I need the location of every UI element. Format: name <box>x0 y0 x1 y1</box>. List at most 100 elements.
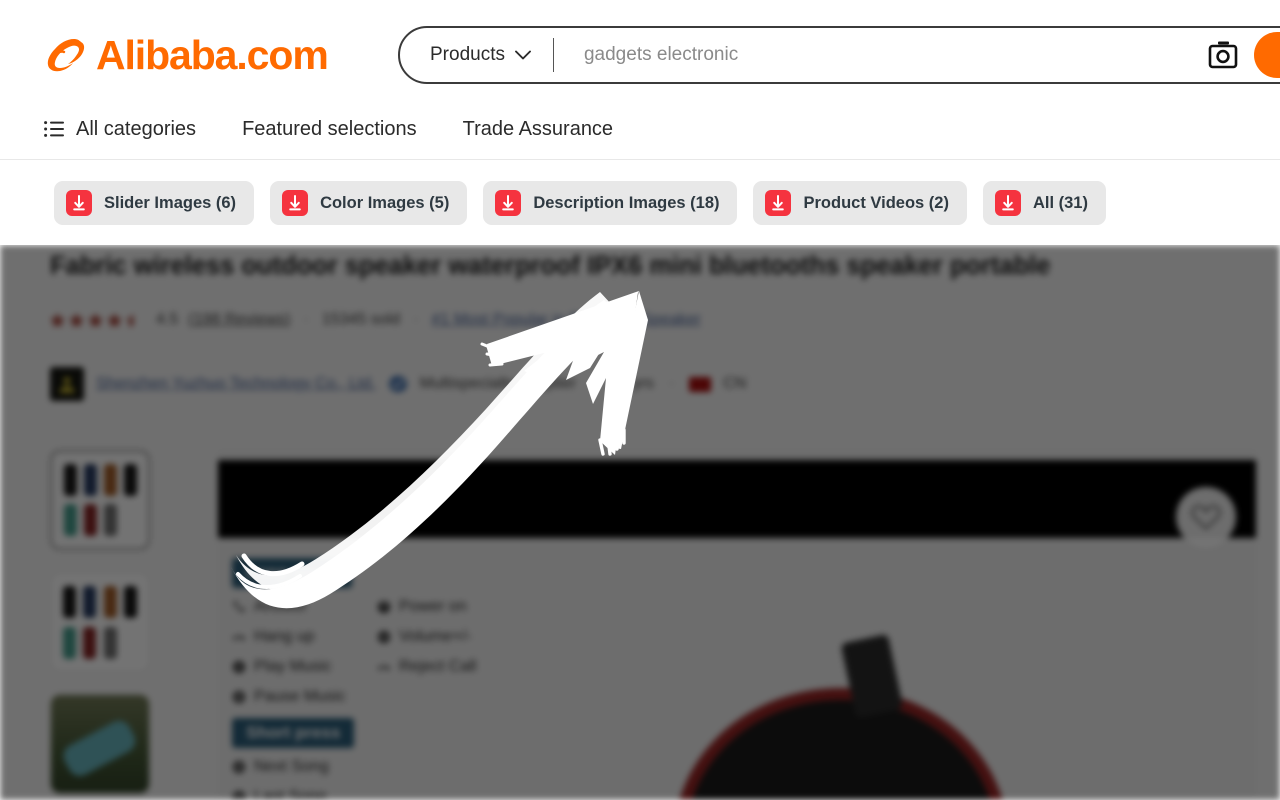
phone-hangup-icon <box>233 635 245 641</box>
supplier-separator: · <box>591 375 597 392</box>
phone-reject-icon <box>378 665 390 671</box>
gallery-thumb-color-variants[interactable] <box>50 450 150 550</box>
nav-item-all-categories-label: All categories <box>76 117 197 140</box>
feature-power-on-label: Power on <box>399 598 467 615</box>
cn-flag-icon <box>689 376 712 392</box>
swatch <box>62 585 76 618</box>
rating-separator: · <box>413 311 419 328</box>
download-arrow-icon <box>765 190 792 216</box>
camera-search-icon[interactable] <box>1206 40 1240 70</box>
download-arrow-icon <box>66 190 92 216</box>
download-arrow-icon <box>994 190 1021 216</box>
thumb-swatch-grid <box>62 462 138 538</box>
star-icon <box>69 312 84 327</box>
supplier-row: Shenzhen Yuzhuo Technology Co., Ltd. Mul… <box>50 367 746 401</box>
star-icon <box>88 312 103 327</box>
feature-hang-up-label: Hang up <box>254 628 315 645</box>
download-color-images-label: Color Images (5) <box>320 193 450 212</box>
download-slider-images-label: Slider Images (6) <box>104 193 237 212</box>
verified-badge-icon <box>387 375 408 393</box>
long-press-badge: Long press <box>232 558 352 588</box>
supplier-years-label: 11 yrs <box>611 375 654 392</box>
site-header: Alibaba.com Products gadgets electronic … <box>0 0 1280 160</box>
feature-answer: Answer <box>232 598 377 616</box>
rating-separator: · <box>303 311 309 328</box>
nav-item-featured-selections-label: Featured selections <box>242 117 417 140</box>
gallery-thumb-outdoor-scene[interactable] <box>50 694 150 794</box>
speaker-product-image <box>686 700 996 800</box>
swatch <box>83 464 97 496</box>
swatch <box>83 504 97 536</box>
search-input[interactable] <box>553 28 1206 82</box>
star-half-icon <box>126 312 134 327</box>
power-icon <box>378 601 390 613</box>
star-icon <box>107 312 122 327</box>
next-icon <box>233 761 245 773</box>
feature-reject-call: Reject Call <box>377 658 537 676</box>
feature-play-music-label: Play Music <box>254 658 332 675</box>
play-icon <box>233 661 245 673</box>
feature-play-music: Play Music <box>232 658 377 676</box>
feature-next-song: Next Song <box>232 758 377 776</box>
phone-icon <box>234 601 245 612</box>
header-nav: All categories Featured selections Trade… <box>44 104 613 154</box>
header-top-row: Alibaba.com Products gadgets electronic <box>0 0 1280 100</box>
heart-icon <box>1191 505 1221 530</box>
supplier-avatar-icon <box>50 367 84 401</box>
download-description-images-button[interactable]: Description Images (18) <box>483 181 738 225</box>
feature-pause-music-label: Pause Music <box>254 688 346 705</box>
outdoor-scene-image <box>51 695 149 793</box>
supplier-country-code: CN <box>723 375 747 392</box>
feature-last-song: Last Song <box>232 788 377 800</box>
rating-rank-link[interactable]: #1 Most Popular in Bluetooth Speaker <box>431 311 701 329</box>
gallery-thumbnail-list <box>50 450 150 794</box>
search-bar: Products Search <box>398 26 1280 84</box>
wishlist-button[interactable] <box>1176 487 1236 547</box>
product-photo-scene <box>656 550 1256 800</box>
feature-answer-label: Answer <box>254 598 308 615</box>
feature-grid-spacer <box>377 758 537 776</box>
product-page-body: Fabric wireless outdoor speaker waterpro… <box>0 245 1280 800</box>
search-button[interactable]: Search <box>1254 32 1280 78</box>
product-main-image[interactable]: Long press Answer Power on Hang up Volum… <box>218 450 1256 800</box>
gallery-thumb-color-variants-2[interactable] <box>50 572 150 672</box>
feature-power-on: Power on <box>377 598 537 616</box>
nav-item-trade-assurance[interactable]: Trade Assurance <box>463 118 613 141</box>
product-rating-row: 4.5 (198 Reviews) · 15345 sold · #1 Most… <box>50 311 701 329</box>
search-category-label: Products <box>430 44 505 65</box>
nav-item-all-categories[interactable]: All categories <box>44 118 196 141</box>
swatch <box>103 626 117 659</box>
rating-reviews-link[interactable]: (198 Reviews) <box>188 311 290 329</box>
swatch <box>83 585 97 618</box>
download-description-images-label: Description Images (18) <box>533 193 720 212</box>
image-top-banner <box>218 460 1256 538</box>
feature-reject-call-label: Reject Call <box>399 658 477 675</box>
alibaba-logo-icon <box>47 39 85 72</box>
alibaba-logo[interactable]: Alibaba.com <box>44 28 329 82</box>
screen-root: Alibaba.com Products gadgets electronic … <box>0 0 1280 800</box>
short-press-feature-grid: Next Song Last Song <box>232 758 652 800</box>
short-press-badge: Short press <box>232 718 355 748</box>
swatch <box>63 464 77 496</box>
download-all-button[interactable]: All (31) <box>982 181 1106 225</box>
feature-volume: Volume+/- <box>377 628 537 646</box>
download-all-label: All (31) <box>1032 193 1088 212</box>
short-press-section: Short press Next Song Last Song <box>232 718 652 800</box>
feature-grid-spacer <box>377 788 537 800</box>
long-press-feature-grid: Answer Power on Hang up Volume+/- Play M… <box>232 598 652 706</box>
feature-instruction-panel: Long press Answer Power on Hang up Volum… <box>232 558 652 800</box>
thumb-swatch-grid <box>61 583 139 661</box>
feature-next-song-label: Next Song <box>254 758 329 775</box>
supplier-name-link[interactable]: Shenzhen Yuzhuo Technology Co., Ltd. <box>96 375 376 393</box>
swatch <box>103 464 117 496</box>
download-color-images-button[interactable]: Color Images (5) <box>270 181 468 225</box>
swatch <box>124 585 138 618</box>
swatch <box>63 504 77 536</box>
swatch <box>83 626 97 659</box>
download-product-videos-button[interactable]: Product Videos (2) <box>753 181 967 225</box>
supplier-type-label: Multispecialty supplier <box>419 375 577 392</box>
rating-stars <box>50 312 141 328</box>
search-category-dropdown[interactable]: Products <box>400 28 553 82</box>
download-slider-images-button[interactable]: Slider Images (6) <box>54 181 255 225</box>
nav-item-featured-selections[interactable]: Featured selections <box>242 118 417 141</box>
